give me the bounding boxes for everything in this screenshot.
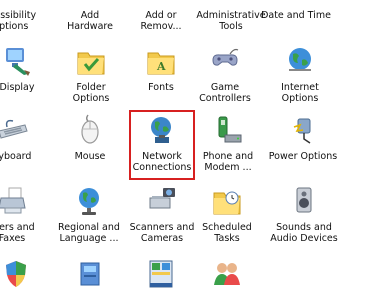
date-time-item[interactable]: Date and Time <box>258 10 334 21</box>
phone-modem-item[interactable]: Phone and Modem ... <box>196 113 260 175</box>
add-hardware-label: Add Hardware <box>67 10 113 32</box>
mouse-item[interactable]: Mouse <box>58 113 122 175</box>
fonts-folder-icon: A <box>144 44 178 78</box>
regional-language-label: Regional and Language ... <box>58 222 120 244</box>
mouse-icon <box>73 113 107 147</box>
security-center-icon <box>0 257 33 291</box>
network-connections-item[interactable]: Network Connections <box>130 113 194 175</box>
folder-options-icon <box>74 44 108 78</box>
regional-language-globe-icon <box>72 184 106 218</box>
accessibility-options-item[interactable]: ccessibility Options <box>0 10 42 32</box>
printers-faxes-icon <box>0 184 29 218</box>
system-item[interactable] <box>58 257 122 291</box>
fonts-label: Fonts <box>148 82 174 93</box>
taskbar-start-menu-icon <box>144 257 178 291</box>
fonts-item[interactable]: A Fonts <box>129 44 193 106</box>
folder-options-label: Folder Options <box>72 82 110 104</box>
network-connections-icon <box>145 113 179 147</box>
folder-options-item[interactable]: Folder Options <box>57 44 125 106</box>
printers-faxes-label: nters and Faxes <box>0 222 35 244</box>
scanners-cameras-label: Scanners and Cameras <box>129 222 195 244</box>
power-options-icon <box>286 113 320 147</box>
control-panel-icon-grid: ccessibility Options Add Hardware Add or… <box>0 0 376 291</box>
system-icon <box>73 257 107 291</box>
add-hardware-item[interactable]: Add Hardware <box>58 10 122 32</box>
internet-options-item[interactable]: Internet Options <box>268 44 332 106</box>
power-options-item[interactable]: Power Options <box>265 113 341 175</box>
display-icon <box>0 44 34 78</box>
network-connections-label: Network Connections <box>132 151 192 173</box>
sounds-audio-speaker-icon <box>287 184 321 218</box>
user-accounts-icon <box>210 257 244 291</box>
phone-modem-label: Phone and Modem ... <box>202 151 254 173</box>
game-controllers-item[interactable]: Game Controllers <box>193 44 257 106</box>
keyboard-icon <box>0 113 29 147</box>
display-item[interactable]: Display <box>0 44 49 106</box>
scheduled-tasks-item[interactable]: Scheduled Tasks <box>195 184 259 246</box>
date-time-label: Date and Time <box>261 10 331 21</box>
phone-modem-icon <box>211 113 245 147</box>
sounds-audio-item[interactable]: Sounds and Audio Devices <box>266 184 342 246</box>
scanners-cameras-item[interactable]: Scanners and Cameras <box>126 184 198 246</box>
scheduled-tasks-folder-icon <box>210 184 244 218</box>
accessibility-options-label: ccessibility Options <box>0 10 37 32</box>
internet-options-globe-icon <box>283 44 317 78</box>
internet-options-label: Internet Options <box>281 82 319 104</box>
svg-text:A: A <box>156 60 166 73</box>
sounds-audio-label: Sounds and Audio Devices <box>270 222 338 244</box>
taskbar-start-menu-item[interactable] <box>129 257 193 291</box>
add-remove-programs-item[interactable]: Add or Remov... <box>129 10 193 32</box>
power-options-label: Power Options <box>268 151 338 162</box>
user-accounts-item[interactable] <box>195 257 259 291</box>
game-controllers-label: Game Controllers <box>199 82 251 104</box>
mouse-label: Mouse <box>74 151 106 162</box>
security-center-item[interactable] <box>0 257 48 291</box>
keyboard-label: eyboard <box>0 151 32 162</box>
display-label: Display <box>0 82 35 93</box>
game-controller-icon <box>208 44 242 78</box>
add-remove-programs-label: Add or Remov... <box>140 10 182 32</box>
keyboard-item[interactable]: eyboard <box>0 113 44 175</box>
scanners-cameras-icon <box>145 184 179 218</box>
regional-language-item[interactable]: Regional and Language ... <box>53 184 125 246</box>
printers-faxes-item[interactable]: nters and Faxes <box>0 184 44 246</box>
scheduled-tasks-label: Scheduled Tasks <box>202 222 252 244</box>
